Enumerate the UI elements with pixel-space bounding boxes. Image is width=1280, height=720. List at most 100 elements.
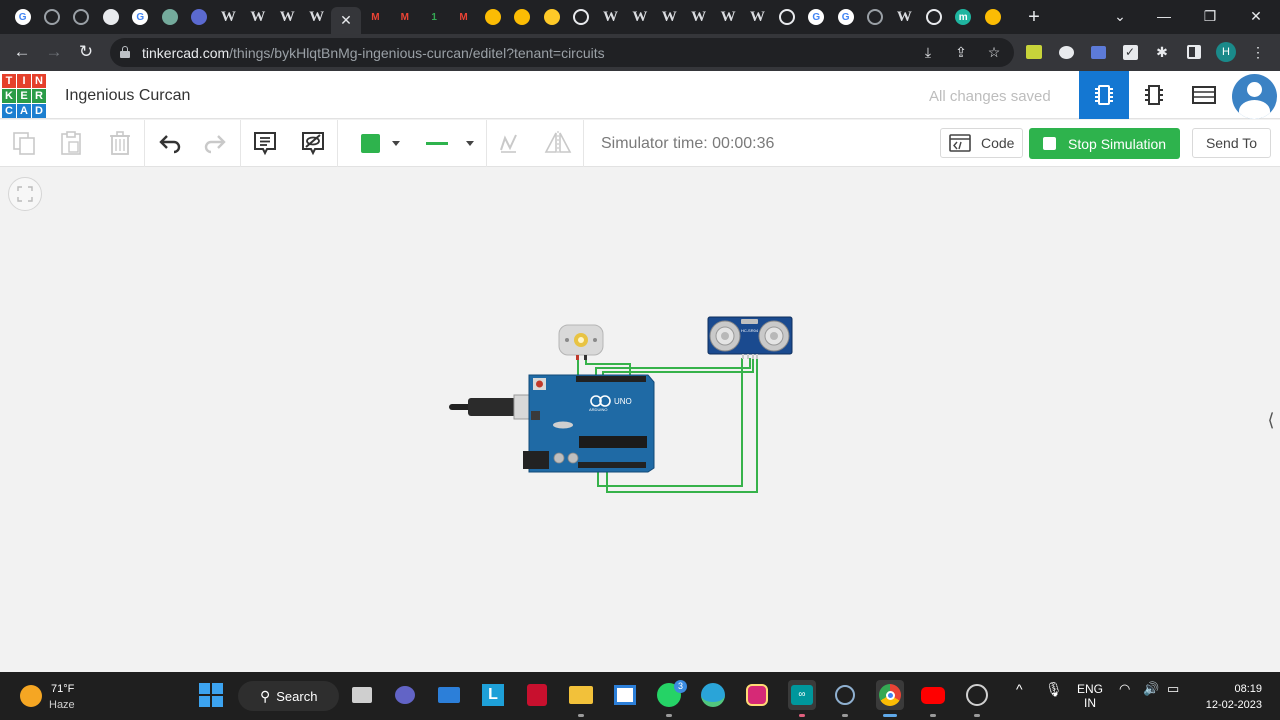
share-icon[interactable]: ⇪ [951,42,971,62]
notes-button[interactable] [250,128,280,158]
browser-tab[interactable]: 1 [419,7,448,27]
flip-button[interactable] [543,128,573,158]
chrome-icon[interactable] [876,680,904,710]
start-button[interactable] [198,682,224,708]
tab-search-chevron-icon[interactable]: ⌄ [1110,6,1130,26]
forward-icon[interactable]: → [43,41,65,63]
browser-tab[interactable]: m [949,7,978,27]
address-bar[interactable]: tinkercad.com/things/bykHlqtBnMg-ingenio… [110,38,1014,67]
file-explorer-icon[interactable] [568,682,594,708]
circuit-view-button[interactable] [1079,71,1129,119]
browser-tab[interactable] [860,7,889,27]
delete-button[interactable] [105,128,135,158]
active-tab[interactable]: ✕ [331,7,361,34]
browser-tab[interactable] [508,7,537,27]
new-tab-button[interactable]: + [1023,6,1045,28]
browser-tab[interactable]: W [273,7,302,27]
paste-button[interactable] [56,128,86,158]
component-list-button[interactable] [1179,71,1229,119]
reload-icon[interactable]: ↻ [75,41,97,63]
circuit-workplane[interactable]: HC-SR04 UNO ARDUINO ⟨ [0,168,1280,672]
browser-tab[interactable]: W [243,7,272,27]
schematic-view-button[interactable] [1129,71,1179,119]
arduino-uno-board[interactable]: UNO ARDUINO [523,374,655,473]
send-to-button[interactable]: Send To [1192,128,1271,158]
system-clock[interactable]: 08:19 12-02-2023 [1200,681,1262,713]
volume-icon[interactable]: 🔊 [1143,682,1159,696]
taskbar-search[interactable]: ⚲ Search [238,681,339,711]
profile-avatar[interactable]: H [1216,42,1236,62]
store-app-icon[interactable] [612,682,638,708]
install-icon[interactable]: ⤓ [918,42,938,62]
browser-tab[interactable] [155,7,184,27]
code-button[interactable]: Code [940,128,1023,158]
browser-tab[interactable]: W [684,7,713,27]
youtube-icon[interactable] [920,682,946,708]
task-view-icon[interactable] [349,682,375,708]
stop-simulation-button[interactable]: Stop Simulation [1029,128,1180,159]
edge-icon[interactable] [700,682,726,708]
browser-tab[interactable]: M [361,7,390,27]
browser-tab[interactable] [978,7,1007,27]
mcafee-icon[interactable] [524,682,550,708]
minimize-icon[interactable]: — [1154,6,1174,26]
instagram-icon[interactable] [744,682,770,708]
project-title[interactable]: Ingenious Curcan [65,87,190,105]
components-panel-toggle-icon[interactable]: ⟨ [1262,404,1280,436]
ultrasonic-sensor[interactable]: HC-SR04 [707,316,793,359]
wire-type-picker[interactable] [414,128,478,158]
redo-button[interactable] [201,128,231,158]
browser-tab[interactable]: G [8,7,37,27]
browser-tab[interactable] [919,7,948,27]
browser-tab[interactable] [96,7,125,27]
browser-tab[interactable]: W [625,7,654,27]
close-window-icon[interactable]: ✕ [1246,6,1266,26]
show-hidden-icons-chevron-icon[interactable]: ^ [1016,682,1023,696]
extension-panda-icon[interactable] [1056,42,1076,62]
teams-chat-icon[interactable] [392,682,418,708]
browser-tab[interactable]: W [890,7,919,27]
back-icon[interactable]: ← [11,41,33,63]
toggle-notes-visibility-button[interactable] [298,128,328,158]
rotate-button[interactable] [494,128,524,158]
extension-check-icon[interactable]: ✓ [1120,42,1140,62]
browser-tab[interactable]: W [743,7,772,27]
weather-widget[interactable]: 71°F Haze [18,681,128,713]
browser-tab[interactable]: W [302,7,331,27]
microphone-icon[interactable]: 🎙 [1045,682,1063,696]
copy-button[interactable] [9,128,39,158]
browser-tab[interactable]: G [802,7,831,27]
tinkercad-logo[interactable]: TIN KER CAD [2,74,46,118]
browser-tab[interactable] [772,7,801,27]
browser-tab[interactable]: W [596,7,625,27]
browser-tab[interactable]: G [126,7,155,27]
browser-tab[interactable] [478,7,507,27]
browser-tab[interactable] [537,7,566,27]
close-icon[interactable]: ✕ [340,12,352,29]
browser-tab[interactable]: M [449,7,478,27]
browser-tab[interactable]: W [713,7,742,27]
undo-button[interactable] [154,128,184,158]
bug-app-icon[interactable] [832,682,858,708]
bookmark-star-icon[interactable]: ☆ [984,42,1004,62]
language-indicator[interactable]: ENG IN [1074,682,1106,710]
extensions-puzzle-icon[interactable]: ✱ [1152,42,1172,62]
chrome-menu-icon[interactable]: ⋮ [1248,42,1268,62]
browser-tab[interactable]: W [214,7,243,27]
browser-tab[interactable] [184,7,213,27]
browser-tab[interactable] [67,7,96,27]
url-text[interactable]: tinkercad.com/things/bykHlqtBnMg-ingenio… [142,45,605,61]
browser-tab[interactable] [37,7,66,27]
extension-window-icon[interactable] [1088,42,1108,62]
battery-icon[interactable]: ▭ [1167,682,1179,696]
wire-color-picker[interactable] [346,128,406,158]
browser-tab[interactable] [566,7,595,27]
browser-tab[interactable]: M [390,7,419,27]
mail-icon[interactable] [436,682,462,708]
restore-icon[interactable]: ❐ [1200,6,1220,26]
l-app-icon[interactable]: L [480,682,506,708]
browser-tab[interactable]: W [655,7,684,27]
user-avatar[interactable] [1232,74,1277,119]
wifi-icon[interactable]: ◠ [1119,682,1130,696]
dc-motor[interactable] [558,324,604,360]
